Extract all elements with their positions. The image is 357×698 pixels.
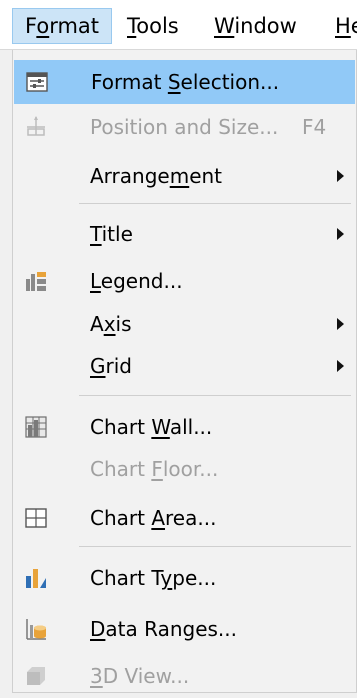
menu-item-label: Chart Area... [90, 506, 217, 530]
menu-item-chart-area[interactable]: Chart Area... [13, 496, 356, 540]
chart-type-icon [24, 566, 48, 590]
submenu-arrow-icon [337, 318, 344, 330]
menu-separator [79, 546, 351, 547]
menu-help[interactable]: He [335, 8, 357, 44]
position-size-icon [24, 115, 48, 139]
menu-item-label: Chart Floor... [90, 457, 219, 481]
menu-item-grid[interactable]: Grid [13, 344, 356, 388]
menu-format-label: Format [25, 14, 100, 38]
menu-item-chart-floor[interactable]: Chart Floor... [13, 447, 356, 491]
menu-tools[interactable]: Tools [127, 8, 179, 44]
menu-item-label: Legend... [90, 269, 183, 293]
submenu-arrow-icon [337, 170, 344, 182]
menu-item-legend[interactable]: Legend... [13, 259, 356, 303]
chart-wall-icon [24, 415, 48, 439]
3d-view-icon [24, 664, 48, 688]
menu-item-label: Grid [90, 354, 132, 378]
menu-item-position-size[interactable]: Position and Size... F4 [13, 105, 356, 149]
format-dropdown-menu: Format Selection... Position and Size...… [12, 50, 357, 693]
menu-item-label: Chart Wall... [90, 415, 213, 439]
menu-window-label: Window [214, 14, 297, 38]
menu-bar: Format Tools Window He [0, 0, 357, 50]
menu-item-axis[interactable]: Axis [13, 302, 356, 346]
chart-area-icon [24, 506, 48, 530]
menu-window[interactable]: Window [214, 8, 297, 44]
menu-item-3d-view[interactable]: 3D View... [13, 654, 356, 698]
menu-item-label: 3D View... [90, 664, 190, 688]
menu-format[interactable]: Format [12, 8, 112, 44]
menu-item-format-selection[interactable]: Format Selection... [14, 60, 355, 104]
menu-item-chart-wall[interactable]: Chart Wall... [13, 405, 356, 449]
menu-item-label: Format Selection... [91, 70, 280, 94]
shortcut-label: F4 [302, 115, 327, 139]
format-selection-icon [25, 70, 49, 94]
menu-item-label: Title [90, 222, 133, 246]
submenu-arrow-icon [337, 360, 344, 372]
menu-item-label: Data Ranges... [90, 617, 237, 641]
menu-item-label: Chart Type... [90, 566, 217, 590]
submenu-arrow-icon [337, 228, 344, 240]
menu-separator [79, 395, 351, 396]
menu-tools-label: Tools [127, 14, 179, 38]
menu-item-data-ranges[interactable]: Data Ranges... [13, 607, 356, 651]
menu-separator [79, 203, 351, 204]
data-ranges-icon [24, 617, 48, 641]
menu-item-title[interactable]: Title [13, 212, 356, 256]
menu-item-label: Axis [90, 312, 132, 336]
menu-help-label: He [335, 14, 357, 38]
legend-icon [24, 269, 48, 293]
menu-item-arrangement[interactable]: Arrangement [13, 154, 356, 198]
menu-item-label: Arrangement [90, 164, 223, 188]
menu-item-label: Position and Size... [90, 115, 279, 139]
menu-item-chart-type[interactable]: Chart Type... [13, 556, 356, 600]
